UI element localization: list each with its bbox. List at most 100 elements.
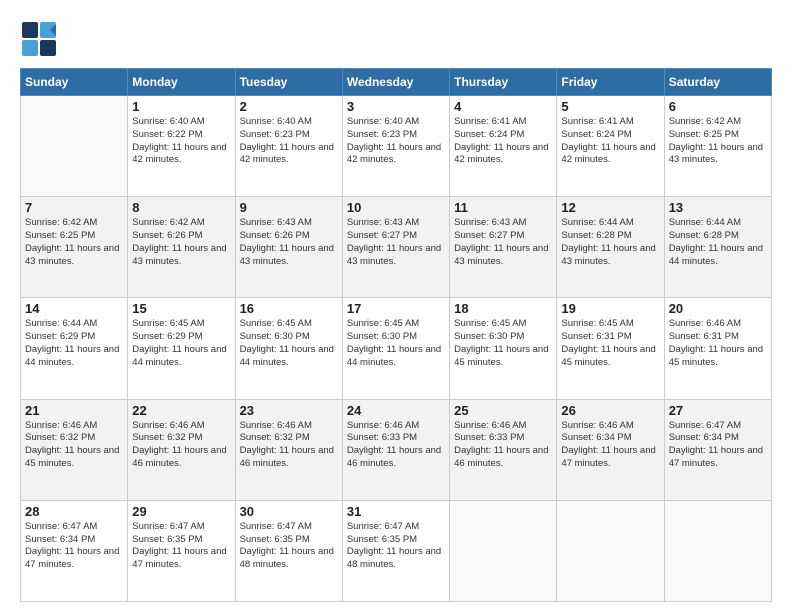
- day-number: 14: [25, 301, 123, 316]
- calendar-cell: 20 Sunrise: 6:46 AMSunset: 6:31 PMDayligh…: [664, 298, 771, 399]
- calendar-cell: 17 Sunrise: 6:45 AMSunset: 6:30 PMDayligh…: [342, 298, 449, 399]
- cell-info: Sunrise: 6:46 AMSunset: 6:33 PMDaylight:…: [454, 420, 552, 471]
- calendar-cell: 22 Sunrise: 6:46 AMSunset: 6:32 PMDayligh…: [128, 399, 235, 500]
- day-number: 20: [669, 301, 767, 316]
- cell-info: Sunrise: 6:46 AMSunset: 6:31 PMDaylight:…: [669, 318, 767, 369]
- calendar-cell: 15 Sunrise: 6:45 AMSunset: 6:29 PMDayligh…: [128, 298, 235, 399]
- calendar-cell: 16 Sunrise: 6:45 AMSunset: 6:30 PMDayligh…: [235, 298, 342, 399]
- calendar-table: SundayMondayTuesdayWednesdayThursdayFrid…: [20, 68, 772, 602]
- day-number: 25: [454, 403, 552, 418]
- day-number: 1: [132, 99, 230, 114]
- cell-info: Sunrise: 6:45 AMSunset: 6:30 PMDaylight:…: [240, 318, 338, 369]
- day-number: 31: [347, 504, 445, 519]
- calendar-cell: [21, 96, 128, 197]
- cell-info: Sunrise: 6:47 AMSunset: 6:34 PMDaylight:…: [669, 420, 767, 471]
- day-number: 4: [454, 99, 552, 114]
- day-number: 6: [669, 99, 767, 114]
- day-number: 7: [25, 200, 123, 215]
- calendar-cell: 30 Sunrise: 6:47 AMSunset: 6:35 PMDayligh…: [235, 500, 342, 601]
- day-number: 28: [25, 504, 123, 519]
- logo-icon: [20, 20, 58, 58]
- day-number: 13: [669, 200, 767, 215]
- weekday-header-row: SundayMondayTuesdayWednesdayThursdayFrid…: [21, 69, 772, 96]
- calendar-cell: 1 Sunrise: 6:40 AMSunset: 6:22 PMDaylight…: [128, 96, 235, 197]
- cell-info: Sunrise: 6:46 AMSunset: 6:32 PMDaylight:…: [25, 420, 123, 471]
- weekday-header-sunday: Sunday: [21, 69, 128, 96]
- calendar-cell: 19Sunrise: 6:45 AMSunset: 6:31 PMDayligh…: [557, 298, 664, 399]
- calendar-cell: 29Sunrise: 6:47 AMSunset: 6:35 PMDayligh…: [128, 500, 235, 601]
- day-number: 9: [240, 200, 338, 215]
- calendar-cell: 10 Sunrise: 6:43 AMSunset: 6:27 PMDayligh…: [342, 197, 449, 298]
- weekday-header-wednesday: Wednesday: [342, 69, 449, 96]
- calendar-cell: [557, 500, 664, 601]
- calendar-cell: [450, 500, 557, 601]
- calendar-cell: 12 Sunrise: 6:44 AMSunset: 6:28 PMDayligh…: [557, 197, 664, 298]
- cell-info: Sunrise: 6:44 AMSunset: 6:28 PMDaylight:…: [561, 217, 659, 268]
- calendar-cell: 3Sunrise: 6:40 AMSunset: 6:23 PMDaylight…: [342, 96, 449, 197]
- calendar-cell: 25 Sunrise: 6:46 AMSunset: 6:33 PMDayligh…: [450, 399, 557, 500]
- calendar-cell: 28 Sunrise: 6:47 AMSunset: 6:34 PMDayligh…: [21, 500, 128, 601]
- day-number: 16: [240, 301, 338, 316]
- day-number: 27: [669, 403, 767, 418]
- day-number: 23: [240, 403, 338, 418]
- cell-info: Sunrise: 6:43 AMSunset: 6:27 PMDaylight:…: [347, 217, 445, 268]
- calendar-cell: 4 Sunrise: 6:41 AMSunset: 6:24 PMDaylight…: [450, 96, 557, 197]
- day-number: 15: [132, 301, 230, 316]
- weekday-header-friday: Friday: [557, 69, 664, 96]
- logo: [20, 20, 62, 58]
- calendar-cell: 26 Sunrise: 6:46 AMSunset: 6:34 PMDayligh…: [557, 399, 664, 500]
- cell-info: Sunrise: 6:45 AMSunset: 6:30 PMDaylight:…: [454, 318, 552, 369]
- cell-info: Sunrise: 6:44 AMSunset: 6:28 PMDaylight:…: [669, 217, 767, 268]
- cell-info: Sunrise: 6:45 AMSunset: 6:29 PMDaylight:…: [132, 318, 230, 369]
- day-number: 10: [347, 200, 445, 215]
- cell-info: Sunrise: 6:47 AMSunset: 6:35 PMDaylight:…: [132, 521, 230, 572]
- calendar-cell: 11 Sunrise: 6:43 AMSunset: 6:27 PMDayligh…: [450, 197, 557, 298]
- weekday-header-thursday: Thursday: [450, 69, 557, 96]
- calendar-cell: 18 Sunrise: 6:45 AMSunset: 6:30 PMDayligh…: [450, 298, 557, 399]
- cell-info: Sunrise: 6:40 AMSunset: 6:22 PMDaylight:…: [132, 116, 230, 167]
- day-number: 24: [347, 403, 445, 418]
- calendar-week-row: 14Sunrise: 6:44 AMSunset: 6:29 PMDayligh…: [21, 298, 772, 399]
- cell-info: Sunrise: 6:42 AMSunset: 6:26 PMDaylight:…: [132, 217, 230, 268]
- cell-info: Sunrise: 6:41 AMSunset: 6:24 PMDaylight:…: [454, 116, 552, 167]
- day-number: 26: [561, 403, 659, 418]
- calendar-week-row: 7Sunrise: 6:42 AMSunset: 6:25 PMDaylight…: [21, 197, 772, 298]
- calendar-cell: 14Sunrise: 6:44 AMSunset: 6:29 PMDayligh…: [21, 298, 128, 399]
- calendar-cell: [664, 500, 771, 601]
- day-number: 8: [132, 200, 230, 215]
- page: SundayMondayTuesdayWednesdayThursdayFrid…: [0, 0, 792, 612]
- cell-info: Sunrise: 6:47 AMSunset: 6:35 PMDaylight:…: [240, 521, 338, 572]
- cell-info: Sunrise: 6:43 AMSunset: 6:27 PMDaylight:…: [454, 217, 552, 268]
- cell-info: Sunrise: 6:40 AMSunset: 6:23 PMDaylight:…: [347, 116, 445, 167]
- day-number: 17: [347, 301, 445, 316]
- day-number: 30: [240, 504, 338, 519]
- cell-info: Sunrise: 6:42 AMSunset: 6:25 PMDaylight:…: [669, 116, 767, 167]
- cell-info: Sunrise: 6:46 AMSunset: 6:33 PMDaylight:…: [347, 420, 445, 471]
- cell-info: Sunrise: 6:46 AMSunset: 6:32 PMDaylight:…: [240, 420, 338, 471]
- cell-info: Sunrise: 6:46 AMSunset: 6:32 PMDaylight:…: [132, 420, 230, 471]
- calendar-cell: 7Sunrise: 6:42 AMSunset: 6:25 PMDaylight…: [21, 197, 128, 298]
- cell-info: Sunrise: 6:40 AMSunset: 6:23 PMDaylight:…: [240, 116, 338, 167]
- day-number: 12: [561, 200, 659, 215]
- cell-info: Sunrise: 6:43 AMSunset: 6:26 PMDaylight:…: [240, 217, 338, 268]
- calendar-week-row: 21Sunrise: 6:46 AMSunset: 6:32 PMDayligh…: [21, 399, 772, 500]
- weekday-header-saturday: Saturday: [664, 69, 771, 96]
- calendar-cell: 21Sunrise: 6:46 AMSunset: 6:32 PMDayligh…: [21, 399, 128, 500]
- calendar-cell: 5Sunrise: 6:41 AMSunset: 6:24 PMDaylight…: [557, 96, 664, 197]
- cell-info: Sunrise: 6:47 AMSunset: 6:34 PMDaylight:…: [25, 521, 123, 572]
- day-number: 22: [132, 403, 230, 418]
- day-number: 11: [454, 200, 552, 215]
- cell-info: Sunrise: 6:46 AMSunset: 6:34 PMDaylight:…: [561, 420, 659, 471]
- day-number: 5: [561, 99, 659, 114]
- calendar-week-row: 1 Sunrise: 6:40 AMSunset: 6:22 PMDaylight…: [21, 96, 772, 197]
- calendar-cell: 9 Sunrise: 6:43 AMSunset: 6:26 PMDaylight…: [235, 197, 342, 298]
- day-number: 19: [561, 301, 659, 316]
- calendar-cell: 13 Sunrise: 6:44 AMSunset: 6:28 PMDayligh…: [664, 197, 771, 298]
- cell-info: Sunrise: 6:47 AMSunset: 6:35 PMDaylight:…: [347, 521, 445, 572]
- weekday-header-tuesday: Tuesday: [235, 69, 342, 96]
- cell-info: Sunrise: 6:45 AMSunset: 6:30 PMDaylight:…: [347, 318, 445, 369]
- header: [20, 20, 772, 58]
- day-number: 18: [454, 301, 552, 316]
- calendar-cell: 27 Sunrise: 6:47 AMSunset: 6:34 PMDayligh…: [664, 399, 771, 500]
- calendar-cell: 23 Sunrise: 6:46 AMSunset: 6:32 PMDayligh…: [235, 399, 342, 500]
